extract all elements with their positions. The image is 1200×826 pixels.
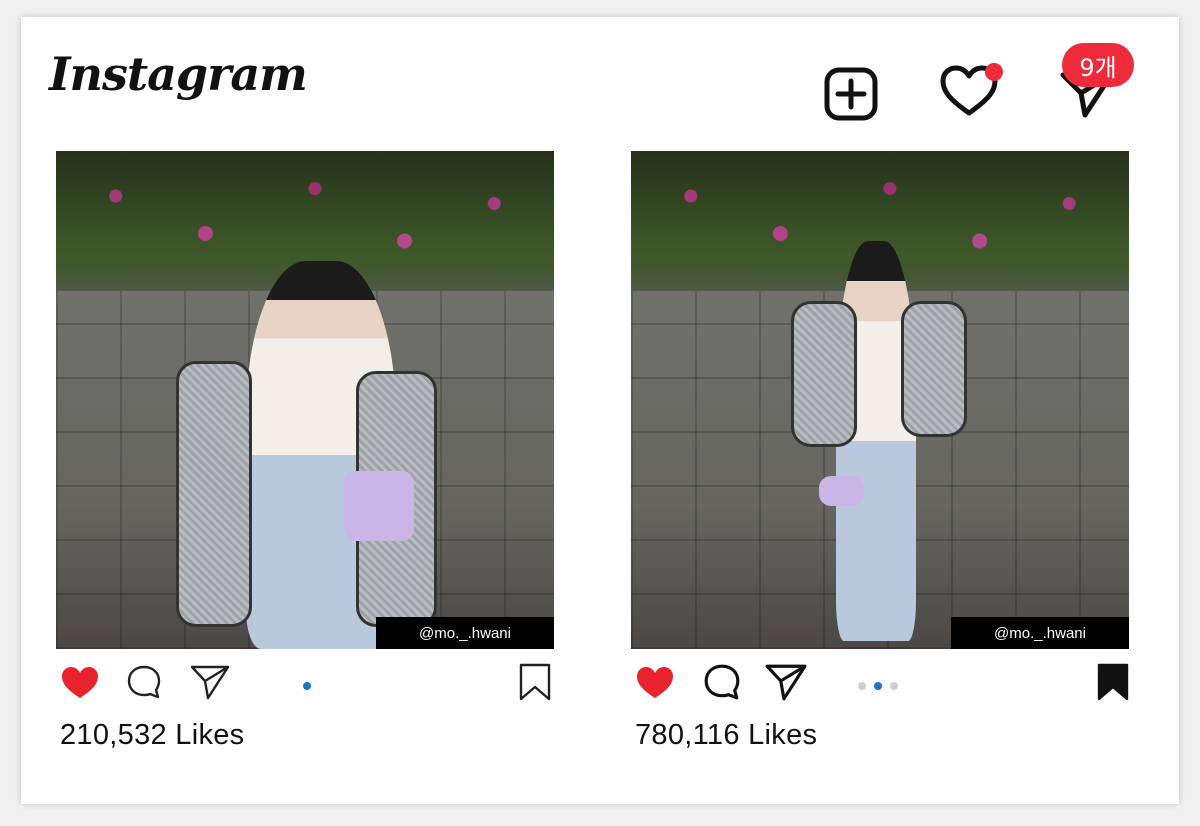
bookmark-icon (519, 663, 551, 701)
bookmark-filled-icon (1097, 663, 1129, 701)
post-actions (56, 649, 554, 719)
send-icon (765, 664, 807, 701)
carousel-dot (890, 682, 898, 690)
share-button[interactable] (190, 664, 230, 700)
username-tag[interactable]: @mo._.hwani (951, 617, 1129, 649)
heart-filled-icon (62, 667, 98, 698)
activity-button[interactable] (939, 63, 1003, 119)
jacket-right (901, 301, 967, 437)
purple-bag (819, 476, 864, 506)
carousel-dot-active (874, 682, 882, 690)
likes-count: 210,532 Likes (60, 719, 245, 751)
carousel-dot (858, 682, 866, 690)
add-post-icon (824, 67, 878, 121)
comment-button[interactable] (126, 664, 162, 700)
post-photo[interactable]: @mo._.hwani (56, 151, 554, 649)
post-1: @mo._.hwani (56, 151, 554, 719)
like-button[interactable] (60, 665, 100, 701)
comment-button[interactable] (703, 663, 741, 701)
instagram-feed-card: Instagram 9개 @mo._.hwani 210,532 Likes @… (21, 17, 1179, 804)
post-actions (631, 649, 1129, 719)
comment-icon (127, 665, 161, 699)
instagram-logo: Instagram (49, 47, 308, 101)
username-tag[interactable]: @mo._.hwani (376, 617, 554, 649)
post-photo[interactable]: @mo._.hwani (631, 151, 1129, 649)
share-button[interactable] (765, 663, 807, 701)
jacket-left (176, 361, 252, 627)
send-icon (190, 665, 230, 700)
purple-bag (344, 471, 414, 541)
carousel-dot (303, 682, 311, 690)
likes-count: 780,116 Likes (635, 719, 818, 751)
notification-dot (985, 63, 1003, 81)
save-button[interactable] (1096, 663, 1130, 701)
messages-count-badge: 9개 (1062, 43, 1134, 87)
comment-icon (704, 664, 740, 700)
heart-filled-icon (637, 667, 673, 698)
post-2: @mo._.hwani (631, 151, 1129, 719)
jacket-left (791, 301, 857, 447)
carousel-indicator (858, 682, 898, 690)
save-button[interactable] (519, 663, 551, 701)
carousel-indicator (303, 682, 311, 690)
add-post-button[interactable] (824, 67, 878, 121)
like-button[interactable] (635, 665, 675, 701)
